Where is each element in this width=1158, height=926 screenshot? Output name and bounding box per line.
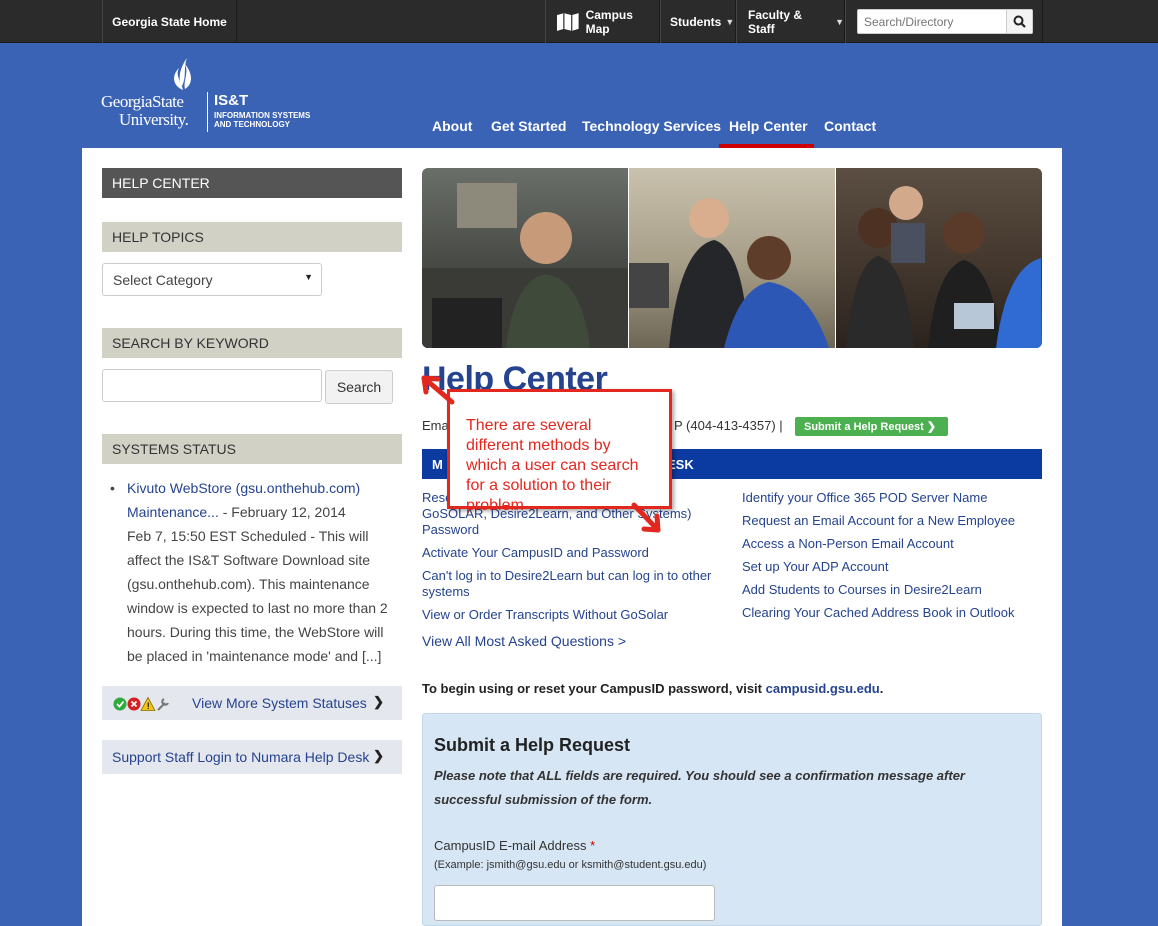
- faq-link-left[interactable]: View or Order Transcripts Without GoSola…: [422, 607, 668, 623]
- wrench-icon: [157, 698, 169, 711]
- hero-photo-help-desk: [422, 168, 628, 348]
- georgia-state-home-link[interactable]: Georgia State Home: [102, 0, 237, 43]
- contact-phone: P (404-413-4357) |: [674, 418, 783, 433]
- students-menu[interactable]: Students ▼: [660, 0, 736, 43]
- email-field-example: (Example: jsmith@gsu.edu or ksmith@stude…: [434, 859, 707, 871]
- campus-map-label: Campus Map: [585, 7, 633, 36]
- status-item-date: - February 12, 2014: [218, 504, 346, 520]
- faculty-staff-menu[interactable]: Faculty & Staff ▼: [736, 0, 845, 43]
- view-all-questions-link[interactable]: View All Most Asked Questions >: [422, 633, 626, 649]
- students-label: Students: [670, 14, 722, 29]
- faq-link-right[interactable]: Identify your Office 365 POD Server Name: [742, 490, 987, 506]
- support-staff-login-link[interactable]: Support Staff Login to Numara Help Desk …: [102, 740, 402, 774]
- campusid-instructions: To begin using or reset your CampusID pa…: [422, 681, 883, 696]
- sidebar-help-center-heading: HELP CENTER: [102, 168, 402, 198]
- bar-label-left: M: [432, 457, 443, 472]
- directory-search-input[interactable]: [858, 10, 1006, 33]
- system-status-item: • Kivuto WebStore (gsu.onthehub.com) Mai…: [110, 476, 402, 668]
- email-field[interactable]: [434, 885, 715, 921]
- directory-search-button[interactable]: [1006, 10, 1032, 33]
- contact-line-left: Ema: [422, 418, 449, 433]
- submit-help-request-button[interactable]: Submit a Help Request ❯: [795, 417, 948, 436]
- logo-text-line1: GeorgiaState: [101, 92, 184, 111]
- required-marker: *: [590, 838, 596, 853]
- faq-link-left[interactable]: Password: [422, 522, 479, 538]
- logo-divider: [207, 92, 208, 132]
- ok-icon: [113, 697, 127, 711]
- top-bar: Georgia State Home Campus Map Students ▼…: [0, 0, 1158, 43]
- hero-photo-technicians: [629, 168, 835, 348]
- submit-help-request-label: Submit a Help Request: [804, 421, 924, 433]
- email-label-text: CampusID E-mail Address: [434, 838, 587, 853]
- directory-search-box: [857, 9, 1033, 34]
- status-icons: !: [113, 696, 169, 711]
- category-select[interactable]: Select Category ▼: [102, 263, 322, 296]
- campusid-link[interactable]: campusid.gsu.edu: [766, 681, 880, 696]
- view-more-statuses-label: View More System Statuses: [192, 695, 367, 711]
- keyword-search-input[interactable]: [102, 369, 322, 402]
- nav-get-started[interactable]: Get Started: [491, 110, 566, 148]
- systems-status-heading: SYSTEMS STATUS: [102, 434, 402, 464]
- status-item-body: Feb 7, 15:50 EST Scheduled - This will a…: [127, 528, 388, 664]
- chevron-down-icon: ▼: [725, 16, 735, 27]
- chevron-right-icon: ❯: [926, 421, 937, 433]
- flame-logo-icon: [174, 58, 191, 90]
- logo-unit: IS&T: [214, 92, 249, 109]
- form-note: Please note that ALL fields are required…: [434, 768, 965, 807]
- support-staff-login-label: Support Staff Login to Numara Help Desk: [112, 749, 370, 765]
- directory-search: [845, 0, 1043, 43]
- faq-link-left[interactable]: Activate Your CampusID and Password: [422, 545, 649, 561]
- chevron-down-icon: ▼: [835, 16, 844, 27]
- form-heading: Submit a Help Request: [434, 735, 631, 755]
- help-topics-heading: HELP TOPICS: [102, 222, 402, 252]
- nav-contact[interactable]: Contact: [824, 110, 876, 148]
- faq-link-right[interactable]: Clearing Your Cached Address Book in Out…: [742, 605, 1014, 621]
- faq-link-right[interactable]: Access a Non-Person Email Account: [742, 536, 954, 552]
- map-icon: [556, 12, 579, 31]
- email-field-label: CampusID E-mail Address *: [434, 838, 595, 853]
- chevron-down-icon: ▼: [304, 272, 313, 282]
- faculty-staff-label: Faculty & Staff: [748, 7, 803, 36]
- search-by-keyword-heading: SEARCH BY KEYWORD: [102, 328, 402, 358]
- faq-link-right[interactable]: Set up Your ADP Account: [742, 559, 889, 575]
- campusid-period: .: [879, 681, 884, 696]
- nav-help-center[interactable]: Help Center: [719, 110, 814, 148]
- faq-link-right[interactable]: Add Students to Courses in Desire2Learn: [742, 582, 982, 598]
- callout-text: There are several different methods by w…: [466, 417, 639, 514]
- campus-map-link[interactable]: Campus Map: [545, 0, 660, 43]
- list-bullet: •: [110, 480, 115, 496]
- view-more-statuses-link[interactable]: ! View More System Statuses ❯: [102, 686, 402, 720]
- search-icon: [1013, 15, 1026, 28]
- faq-link-left[interactable]: Can't log in to Desire2Learn but can log…: [422, 568, 722, 600]
- logo-text-line2: University.: [119, 110, 189, 129]
- category-select-value: Select Category: [113, 272, 213, 288]
- campusid-text: To begin using or reset your CampusID pa…: [422, 681, 766, 696]
- annotation-callout: There are several different methods by w…: [447, 389, 672, 514]
- gsu-ist-logo[interactable]: GeorgiaState University. IS&T INFORMATIO…: [101, 56, 321, 136]
- logo-unit-line2: AND TECHNOLOGY: [214, 120, 290, 129]
- nav-about[interactable]: About: [432, 110, 472, 148]
- hero-photo-students: [836, 168, 1042, 348]
- logo-unit-line1: INFORMATION SYSTEMS: [214, 111, 311, 120]
- keyword-search-button[interactable]: Search: [325, 370, 393, 404]
- hero-photo-strip: [422, 168, 1042, 348]
- svg-text:!: !: [147, 701, 150, 711]
- chevron-right-icon: ❯: [373, 748, 384, 763]
- faq-link-right[interactable]: Request an Email Account for a New Emplo…: [742, 513, 1015, 529]
- home-link-label: Georgia State Home: [112, 14, 227, 29]
- logo-unit-subtitle: INFORMATION SYSTEMS AND TECHNOLOGY: [214, 111, 310, 129]
- nav-technology-services[interactable]: Technology Services: [582, 110, 721, 148]
- chevron-right-icon: ❯: [373, 694, 384, 709]
- help-request-form: Submit a Help Request Please note that A…: [422, 713, 1042, 926]
